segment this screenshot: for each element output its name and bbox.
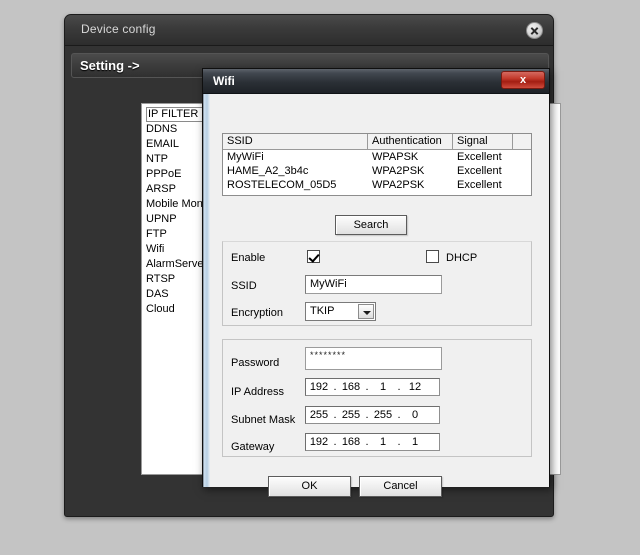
cell-ssid: ROSTELECOM_05D5 xyxy=(223,178,368,192)
gateway-octet-3: 1 xyxy=(370,436,396,448)
dhcp-label: DHCP xyxy=(446,252,477,264)
encryption-selected-value: TKIP xyxy=(310,303,334,320)
gateway-octet-4: 1 xyxy=(402,436,428,448)
subnet-mask-input[interactable]: 255 . 255 . 255 . 0 xyxy=(305,406,440,424)
subnet-octet-3: 255 xyxy=(370,409,396,421)
ip-octet-3: 1 xyxy=(370,381,396,393)
ip-address-label: IP Address xyxy=(231,386,284,398)
cell-extra xyxy=(513,150,531,164)
network-settings-group: Password ******** IP Address 192 . 168 .… xyxy=(222,339,532,457)
dialog-scroll-strip[interactable] xyxy=(204,94,210,487)
ssid-label: SSID xyxy=(231,280,257,292)
encryption-select[interactable]: TKIP xyxy=(305,302,376,321)
encryption-label: Encryption xyxy=(231,307,283,319)
subnet-mask-label: Subnet Mask xyxy=(231,414,295,426)
password-label: Password xyxy=(231,357,279,369)
column-header-authentication[interactable]: Authentication xyxy=(368,134,453,149)
search-button[interactable]: Search xyxy=(335,215,407,235)
table-row[interactable]: MyWiFi WPAPSK Excellent xyxy=(223,150,531,164)
cell-signal: Excellent xyxy=(453,178,513,192)
enable-checkbox[interactable] xyxy=(307,250,320,263)
table-row[interactable]: HAME_A2_3b4c WPA2PSK Excellent xyxy=(223,164,531,178)
cell-authentication: WPAPSK xyxy=(368,150,453,164)
chevron-down-icon[interactable] xyxy=(358,304,374,319)
ip-octet-4: 12 xyxy=(402,381,428,393)
device-config-titlebar[interactable]: Device config xyxy=(65,15,553,46)
gateway-octet-1: 192 xyxy=(306,436,332,448)
wifi-settings-group: Enable DHCP SSID MyWiFi Encryption TKIP xyxy=(222,241,532,326)
subnet-octet-4: 0 xyxy=(402,409,428,421)
ssid-input[interactable]: MyWiFi xyxy=(305,275,442,294)
cell-authentication: WPA2PSK xyxy=(368,164,453,178)
setting-header-label: Setting -> xyxy=(80,58,140,73)
subnet-octet-1: 255 xyxy=(306,409,332,421)
dhcp-checkbox[interactable] xyxy=(426,250,439,263)
ok-button[interactable]: OK xyxy=(268,476,351,497)
ip-octet-1: 192 xyxy=(306,381,332,393)
gateway-label: Gateway xyxy=(231,441,274,453)
close-x-icon[interactable]: x xyxy=(501,71,545,89)
circle-x-icon[interactable] xyxy=(526,22,543,39)
device-config-window: Device config Setting -> IP FILTER DDNS … xyxy=(64,14,554,517)
gateway-octet-2: 168 xyxy=(338,436,364,448)
cell-signal: Excellent xyxy=(453,150,513,164)
column-header-extra[interactable] xyxy=(513,134,531,149)
cell-extra xyxy=(513,164,531,178)
subnet-octet-2: 255 xyxy=(338,409,364,421)
wifi-dialog: Wifi x SSID Authentication Signal MyWiFi… xyxy=(202,68,550,487)
wifi-dialog-title: Wifi xyxy=(213,74,235,88)
cancel-button[interactable]: Cancel xyxy=(359,476,442,497)
cell-signal: Excellent xyxy=(453,164,513,178)
wifi-dialog-body: SSID Authentication Signal MyWiFi WPAPSK… xyxy=(203,94,549,487)
gateway-input[interactable]: 192 . 168 . 1 . 1 xyxy=(305,433,440,451)
ip-octet-2: 168 xyxy=(338,381,364,393)
enable-label: Enable xyxy=(231,252,265,264)
cell-authentication: WPA2PSK xyxy=(368,178,453,192)
column-header-ssid[interactable]: SSID xyxy=(223,134,368,149)
cell-ssid: MyWiFi xyxy=(223,150,368,164)
ip-address-input[interactable]: 192 . 168 . 1 . 12 xyxy=(305,378,440,396)
password-input[interactable]: ******** xyxy=(305,347,442,370)
ssid-table-header: SSID Authentication Signal xyxy=(223,134,531,150)
cell-extra xyxy=(513,178,531,192)
wifi-dialog-titlebar[interactable]: Wifi x xyxy=(203,69,549,94)
column-header-signal[interactable]: Signal xyxy=(453,134,513,149)
cell-ssid: HAME_A2_3b4c xyxy=(223,164,368,178)
table-row[interactable]: ROSTELECOM_05D5 WPA2PSK Excellent xyxy=(223,178,531,192)
device-config-title: Device config xyxy=(81,22,156,36)
ssid-results-table: SSID Authentication Signal MyWiFi WPAPSK… xyxy=(222,133,532,196)
